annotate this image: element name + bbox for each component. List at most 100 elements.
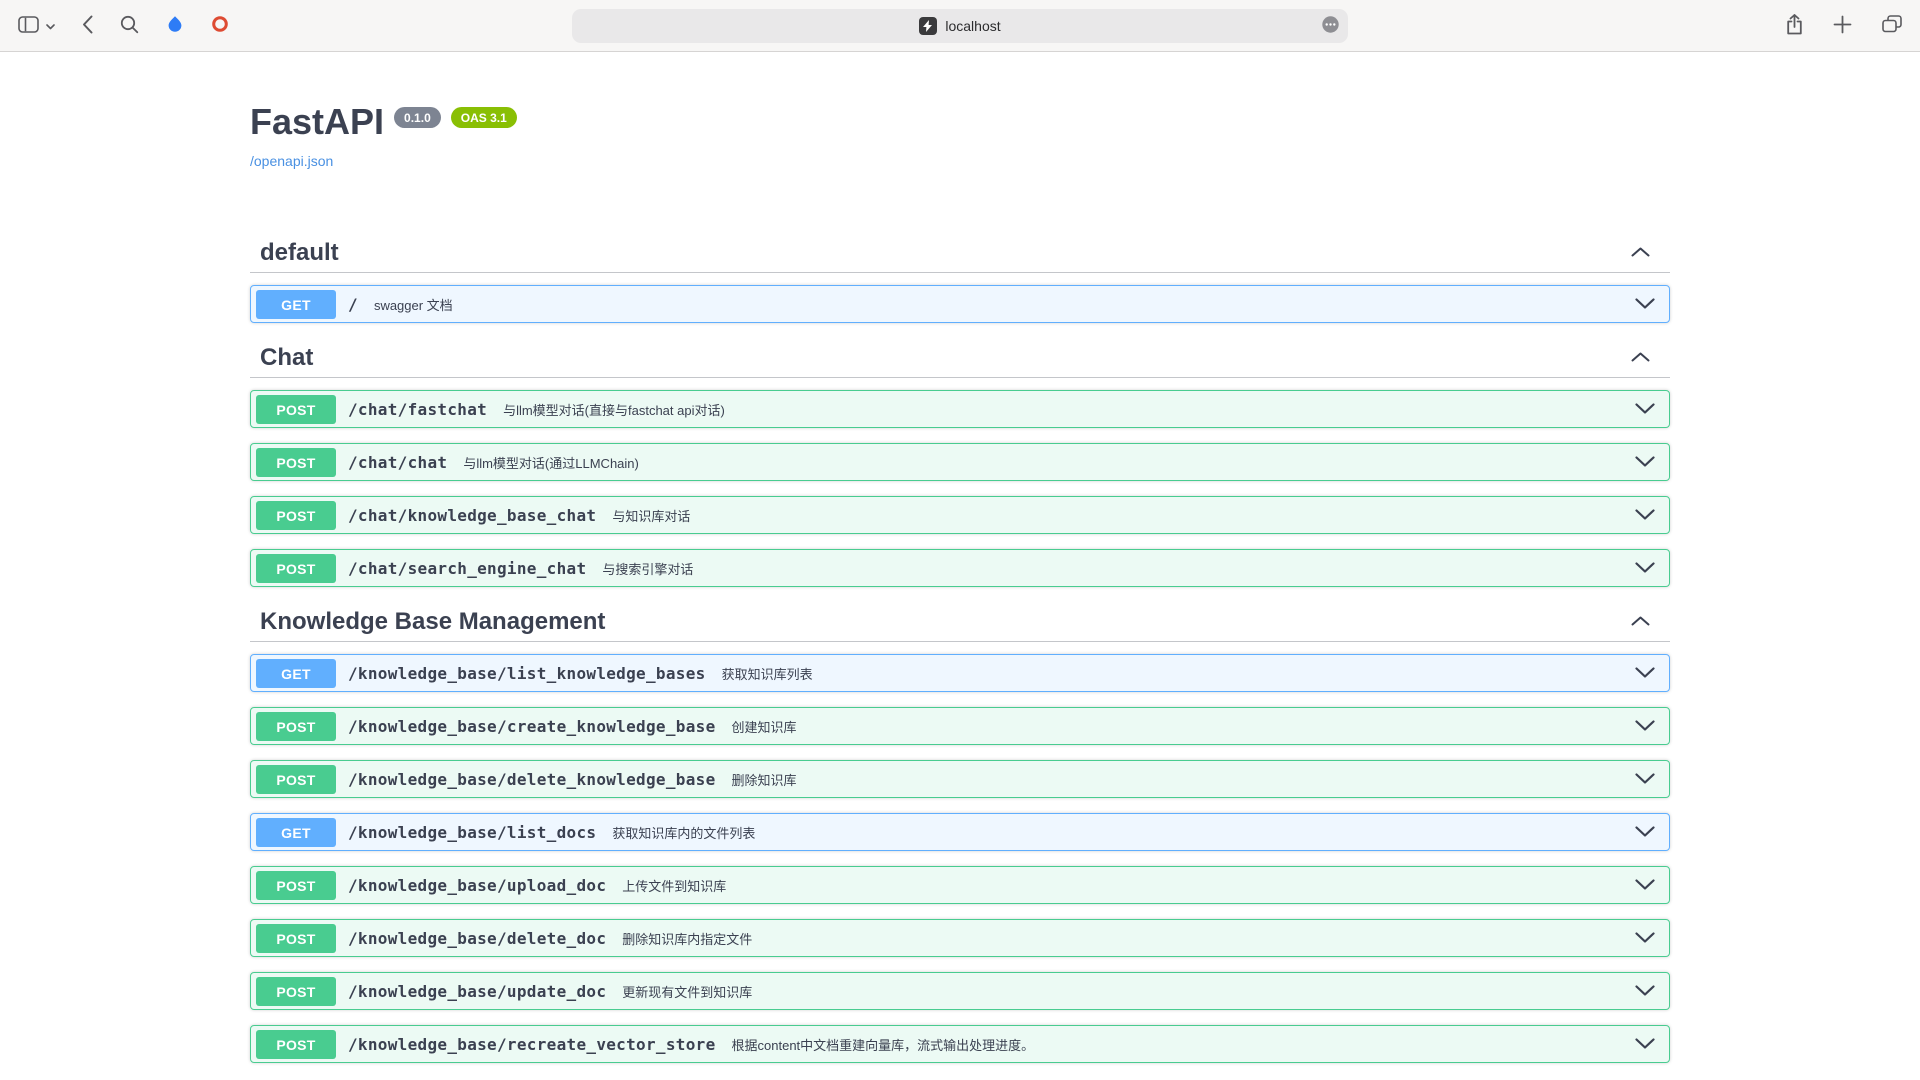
plus-icon	[1833, 15, 1852, 37]
operation-row[interactable]: POST /knowledge_base/create_knowledge_ba…	[250, 707, 1670, 745]
http-method-badge: POST	[256, 924, 336, 953]
red-extension-button[interactable]	[211, 15, 229, 36]
operation-path: /knowledge_base/list_docs	[348, 823, 596, 842]
operation-row[interactable]: POST /knowledge_base/delete_doc 删除知识库内指定…	[250, 919, 1670, 957]
page-title: FastAPI	[250, 102, 384, 142]
operation-path: /chat/knowledge_base_chat	[348, 506, 596, 525]
blue-extension-icon	[166, 15, 184, 36]
operation-path: /chat/search_engine_chat	[348, 559, 586, 578]
collapse-section-button[interactable]	[1631, 614, 1650, 629]
operation-path: /knowledge_base/create_knowledge_base	[348, 717, 716, 736]
blue-extension-button[interactable]	[166, 15, 184, 36]
collapse-section-button[interactable]	[1631, 350, 1650, 365]
chevron-down-icon	[1635, 455, 1655, 470]
section-operations: GET /knowledge_base/list_knowledge_bases…	[250, 654, 1670, 1063]
chevron-down-icon	[1635, 508, 1655, 523]
search-button[interactable]	[120, 15, 139, 37]
operation-path: /	[348, 295, 358, 314]
operation-row[interactable]: POST /chat/fastchat 与llm模型对话(直接与fastchat…	[250, 390, 1670, 428]
operation-path: /knowledge_base/list_knowledge_bases	[348, 664, 706, 683]
operation-summary: 根据content中文档重建向量库，流式输出处理进度。	[732, 1035, 1035, 1054]
http-method-badge: POST	[256, 395, 336, 424]
expand-operation-button[interactable]	[1635, 455, 1655, 470]
search-icon	[120, 15, 139, 37]
api-sections: default GET / swagger 文档 Chat	[250, 233, 1670, 1063]
operation-summary: 获取知识库内的文件列表	[612, 823, 755, 842]
address-url-text: localhost	[945, 18, 1000, 34]
operation-row[interactable]: POST /knowledge_base/recreate_vector_sto…	[250, 1025, 1670, 1063]
operation-summary: 获取知识库列表	[722, 664, 813, 683]
api-tag-section: default GET / swagger 文档	[250, 233, 1670, 323]
section-title: Knowledge Base Management	[260, 608, 605, 635]
expand-operation-button[interactable]	[1635, 297, 1655, 312]
chevron-down-icon	[1635, 931, 1655, 946]
expand-operation-button[interactable]	[1635, 402, 1655, 417]
expand-operation-button[interactable]	[1635, 719, 1655, 734]
browser-toolbar: localhost	[0, 0, 1920, 52]
share-icon	[1786, 14, 1803, 38]
section-header[interactable]: Knowledge Base Management	[250, 602, 1670, 642]
operation-row[interactable]: POST /knowledge_base/upload_doc 上传文件到知识库	[250, 866, 1670, 904]
operation-row[interactable]: POST /chat/knowledge_base_chat 与知识库对话	[250, 496, 1670, 534]
expand-operation-button[interactable]	[1635, 984, 1655, 999]
tab-groups-dropdown-button[interactable]	[46, 18, 55, 33]
expand-operation-button[interactable]	[1635, 878, 1655, 893]
expand-operation-button[interactable]	[1635, 561, 1655, 576]
operation-summary: 删除知识库	[732, 770, 797, 789]
toolbar-right-group	[1786, 14, 1902, 38]
operation-row[interactable]: POST /knowledge_base/delete_knowledge_ba…	[250, 760, 1670, 798]
expand-operation-button[interactable]	[1635, 1037, 1655, 1052]
http-method-badge: POST	[256, 712, 336, 741]
sidebar-toggle-button[interactable]	[18, 16, 39, 36]
http-method-badge: POST	[256, 977, 336, 1006]
http-method-badge: POST	[256, 765, 336, 794]
api-title-row: FastAPI 0.1.0 OAS 3.1	[250, 102, 1670, 142]
operation-path: /knowledge_base/update_doc	[348, 982, 606, 1001]
operation-path: /chat/fastchat	[348, 400, 487, 419]
expand-operation-button[interactable]	[1635, 666, 1655, 681]
address-bar[interactable]: localhost	[572, 9, 1348, 43]
operation-summary: 与搜索引擎对话	[602, 559, 693, 578]
operation-path: /chat/chat	[348, 453, 447, 472]
chevron-down-icon	[1635, 719, 1655, 734]
back-button[interactable]	[82, 15, 93, 37]
expand-operation-button[interactable]	[1635, 508, 1655, 523]
operation-summary: 与知识库对话	[612, 506, 690, 525]
section-header[interactable]: default	[250, 233, 1670, 273]
api-tag-section: Knowledge Base Management GET /knowledge…	[250, 602, 1670, 1063]
expand-operation-button[interactable]	[1635, 825, 1655, 840]
http-method-badge: POST	[256, 501, 336, 530]
new-tab-button[interactable]	[1833, 15, 1852, 37]
operation-summary: 与llm模型对话(直接与fastchat api对话)	[503, 400, 725, 419]
chevron-up-icon	[1631, 245, 1650, 260]
tab-overview-button[interactable]	[1882, 15, 1902, 36]
operation-row[interactable]: GET /knowledge_base/list_docs 获取知识库内的文件列…	[250, 813, 1670, 851]
chevron-down-icon	[1635, 984, 1655, 999]
address-content: localhost	[919, 17, 1000, 35]
tab-overview-icon	[1882, 15, 1902, 36]
http-method-badge: POST	[256, 1030, 336, 1059]
operation-path: /knowledge_base/recreate_vector_store	[348, 1035, 716, 1054]
collapse-section-button[interactable]	[1631, 245, 1650, 260]
chevron-down-icon	[1635, 666, 1655, 681]
chevron-down-icon	[1635, 878, 1655, 893]
api-info: FastAPI 0.1.0 OAS 3.1 /openapi.json	[250, 102, 1670, 171]
expand-operation-button[interactable]	[1635, 931, 1655, 946]
openapi-spec-link[interactable]: /openapi.json	[250, 153, 333, 169]
section-title: default	[260, 239, 339, 266]
operation-summary: 上传文件到知识库	[622, 876, 726, 895]
operation-summary: 更新现有文件到知识库	[622, 982, 752, 1001]
expand-operation-button[interactable]	[1635, 772, 1655, 787]
section-header[interactable]: Chat	[250, 338, 1670, 378]
chevron-up-icon	[1631, 614, 1650, 629]
operation-row[interactable]: GET /knowledge_base/list_knowledge_bases…	[250, 654, 1670, 692]
operation-row[interactable]: POST /chat/chat 与llm模型对话(通过LLMChain)	[250, 443, 1670, 481]
operation-summary: swagger 文档	[374, 295, 453, 314]
page-menu-button[interactable]	[1321, 15, 1340, 37]
operation-row[interactable]: POST /chat/search_engine_chat 与搜索引擎对话	[250, 549, 1670, 587]
oas-badge: OAS 3.1	[451, 107, 517, 128]
share-button[interactable]	[1786, 14, 1803, 38]
operation-row[interactable]: GET / swagger 文档	[250, 285, 1670, 323]
chevron-down-icon	[1635, 1037, 1655, 1052]
operation-row[interactable]: POST /knowledge_base/update_doc 更新现有文件到知…	[250, 972, 1670, 1010]
